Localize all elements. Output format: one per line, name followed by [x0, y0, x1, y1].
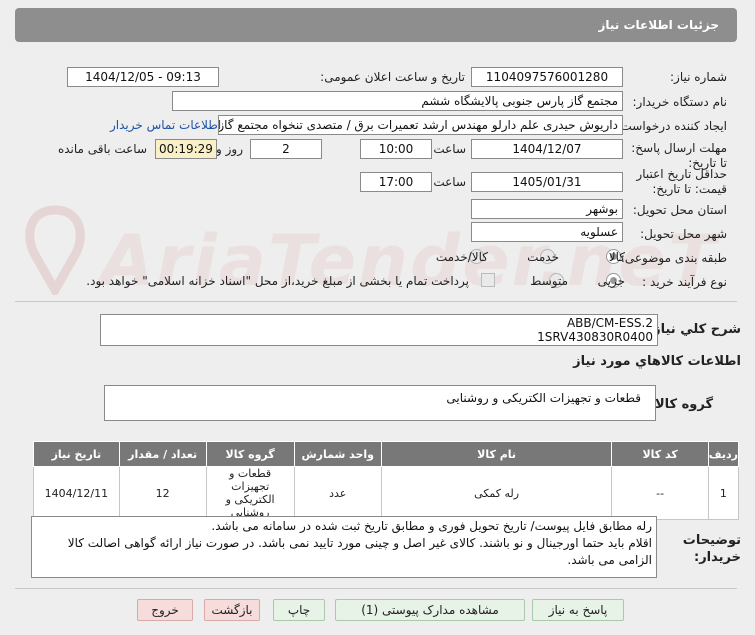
announce-label: تاریخ و ساعت اعلان عمومی:: [320, 70, 465, 84]
days-label: روز و: [216, 142, 243, 156]
table-row[interactable]: 1 -- رله کمکی عدد قطعات و تجهیزات الکتری…: [33, 466, 740, 520]
city-label: شهر محل تحویل:: [640, 227, 727, 241]
category-option-goods: کالا: [608, 250, 625, 264]
description-line-1: ABB/CM-ESS.2: [566, 316, 653, 330]
cell-unit: عدد: [293, 466, 382, 520]
deadline-date-field: 1404/12/07: [471, 139, 623, 159]
watermark-logo-icon: [25, 205, 85, 295]
cell-code: --: [611, 466, 709, 520]
validity-label: حداقل تاریخ اعتبار قیمت: تا تاریخ:: [636, 167, 727, 196]
validity-time-field: 17:00: [360, 172, 432, 192]
header-date: تاریخ نیاز: [33, 441, 120, 467]
deadline-time-field: 10:00: [360, 139, 432, 159]
category-option-service: خدمت: [527, 250, 559, 264]
table-header-row: ردیف کد کالا نام کالا واحد شمارش گروه کا…: [33, 441, 740, 467]
days-field: 2: [250, 139, 322, 159]
remaining-label: ساعت باقی مانده: [57, 142, 147, 156]
view-attachments-button[interactable]: مشاهده مدارک پیوستی (1): [335, 599, 525, 621]
items-table: ردیف کد کالا نام کالا واحد شمارش گروه کا…: [33, 441, 740, 520]
cell-group: قطعات و تجهیزات الکتریکی و روشنایی: [205, 466, 295, 520]
buyer-notes-line-1: رله مطابق فایل پیوست/ تاریخ تحویل فوری و…: [211, 519, 652, 533]
deadline-time-label: ساعت: [433, 142, 466, 156]
announce-field: 1404/12/05 - 09:13: [67, 67, 219, 87]
buyer-org-field: مجتمع گاز پارس جنوبی پالایشگاه ششم: [172, 91, 623, 111]
need-number-label: شماره نیاز:: [670, 70, 727, 84]
city-field: عسلویه: [471, 222, 623, 242]
buyer-notes-line-3: الزامی می باشد.: [567, 553, 652, 567]
province-field: بوشهر: [471, 199, 623, 219]
buyer-org-label: نام دستگاه خریدار:: [632, 95, 728, 109]
cell-row-number: 1: [707, 466, 740, 520]
goods-section-title: اطلاعات کالاهاي مورد نياز: [573, 354, 741, 369]
buyer-notes-label: توضیحات خریدار:: [682, 533, 741, 565]
creator-field: داریوش حیدری علم دارلو مهندس ارشد تعمیرا…: [218, 115, 623, 135]
province-label: استان محل تحویل:: [632, 203, 727, 217]
header-unit: واحد شمارش: [293, 441, 382, 467]
remaining-time-field: 00:19:29: [155, 139, 217, 159]
description-label: شرح کلي نياز:: [647, 322, 741, 337]
category-option-goods-service: کالا/خدمت: [435, 250, 488, 264]
header-name: نام کالا: [380, 441, 613, 467]
header-row-number: ردیف: [707, 441, 740, 467]
description-line-2: 1SRV430830R0400: [537, 330, 653, 344]
payment-note: پرداخت تمام یا بخشی از مبلغ خرید،از محل …: [86, 274, 469, 288]
header-code: کد کالا: [611, 441, 709, 467]
cell-qty: 12: [118, 466, 207, 520]
header-qty: تعداد / مقدار: [118, 441, 207, 467]
cell-name: رله کمکی: [380, 466, 613, 520]
contact-buyer-link[interactable]: اطلاعات تماس خریدار: [110, 118, 221, 132]
cell-date: 1404/12/11: [33, 466, 120, 520]
header-group: گروه کالا: [205, 441, 295, 467]
need-number-field: 1104097576001280: [471, 67, 623, 87]
validity-time-label: ساعت: [433, 175, 466, 189]
buyer-notes-line-2: اقلام باید حتما اورجینال و نو باشند. کال…: [67, 536, 652, 550]
process-label: نوع فرآیند خرید :: [642, 275, 727, 289]
validity-date-field: 1405/01/31: [471, 172, 623, 192]
page-title: جزئیات اطلاعات نیاز: [598, 18, 719, 32]
buyer-notes-field: رله مطابق فایل پیوست/ تاریخ تحویل فوری و…: [31, 516, 657, 578]
creator-label: ایجاد کننده درخواست:: [616, 119, 727, 133]
category-label: طبقه بندی موضوعی:: [620, 251, 727, 265]
exit-button[interactable]: خروج: [137, 599, 193, 621]
reply-button[interactable]: پاسخ به نیاز: [532, 599, 624, 621]
process-option-medium: متوسط: [530, 274, 568, 288]
goods-group-field: قطعات و تجهیزات الکتریکی و روشنایی: [104, 385, 656, 421]
goods-group-label: گروه کالا:: [649, 397, 713, 412]
panel-header: جزئیات اطلاعات نیاز: [15, 8, 737, 42]
back-button[interactable]: بازگشت: [204, 599, 260, 621]
print-button[interactable]: چاپ: [273, 599, 325, 621]
process-option-minor: جزیی: [597, 274, 625, 288]
treasury-payment-checkbox[interactable]: [481, 273, 495, 287]
description-field: ABB/CM-ESS.2 1SRV430830R0400: [100, 314, 658, 346]
